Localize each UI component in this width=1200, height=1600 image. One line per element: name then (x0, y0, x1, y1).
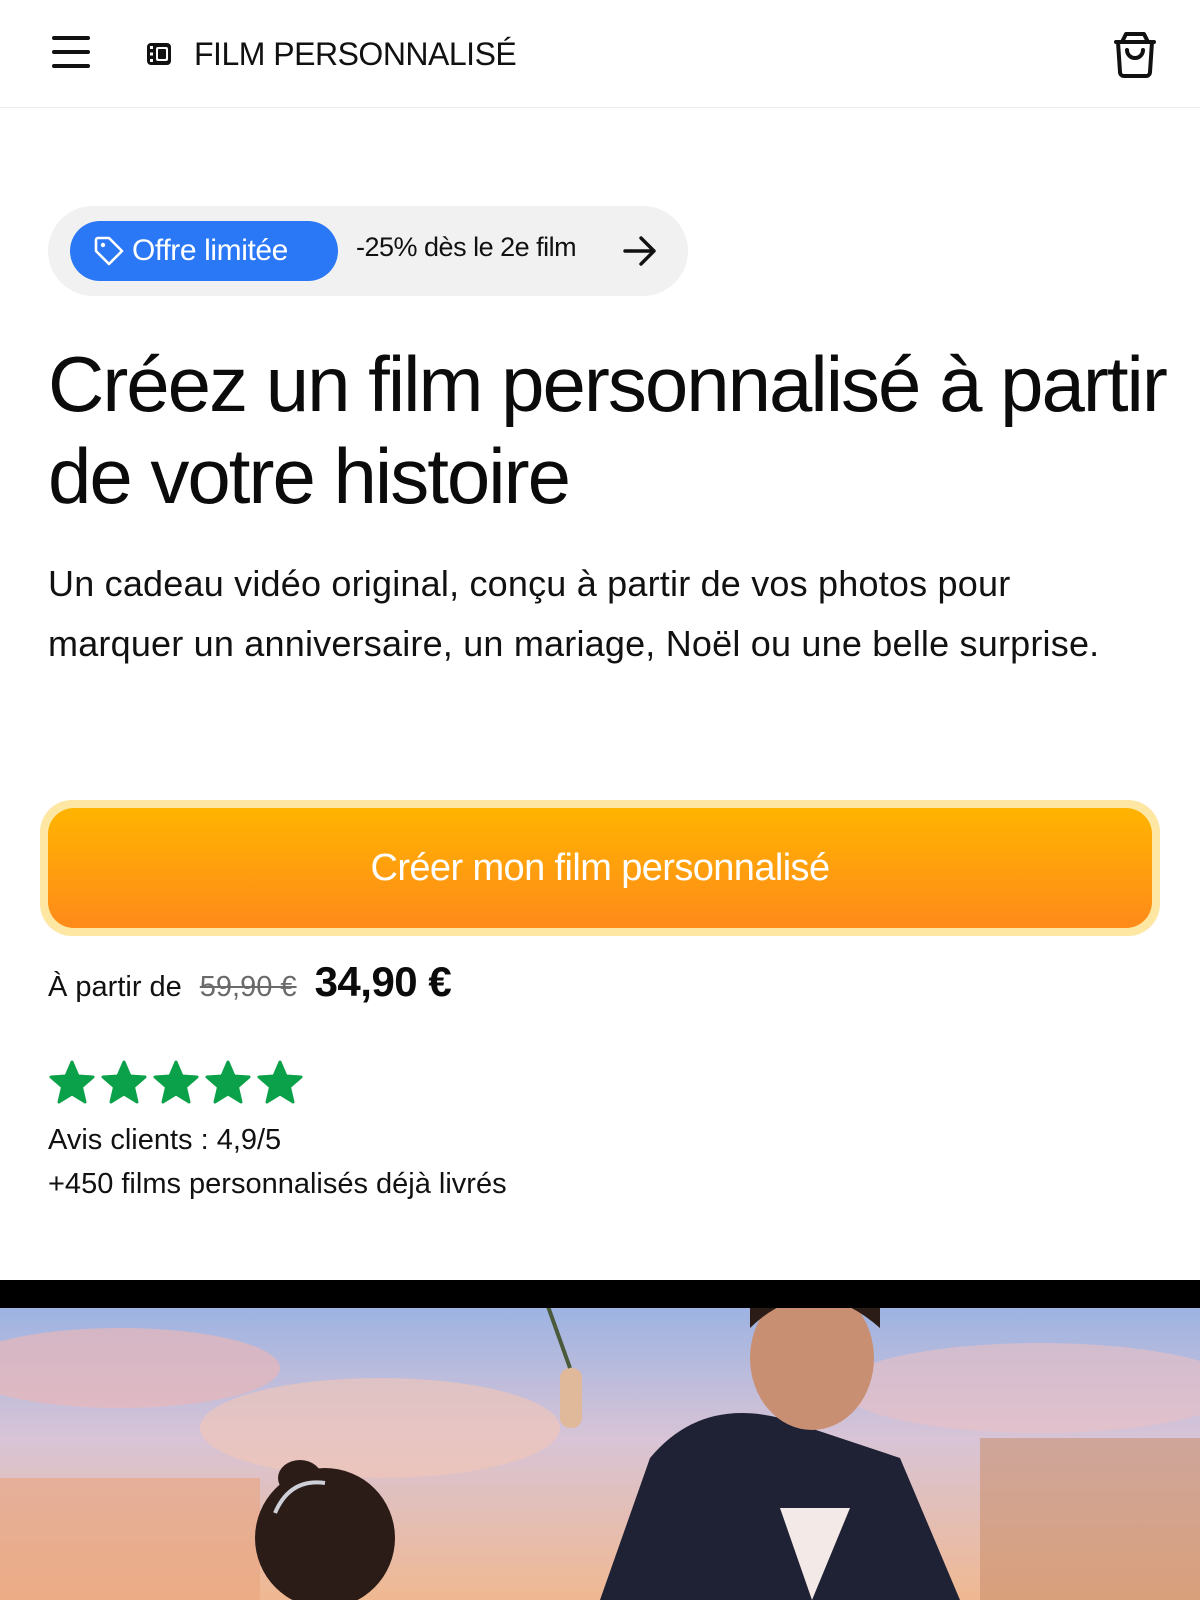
arrow-right-icon (623, 236, 656, 266)
star-icon (49, 1060, 95, 1104)
promo-text: -25% dès le 2e film (356, 232, 577, 262)
star-icon (205, 1060, 251, 1104)
site-header: FILM PERSONNALISÉ (0, 0, 1200, 108)
create-film-button[interactable]: Créer mon film personnalisé (48, 808, 1152, 928)
hamburger-menu-icon-bar (52, 64, 90, 68)
brand-link[interactable]: FILM PERSONNALISÉ (146, 34, 517, 74)
hamburger-menu-icon-bar (52, 50, 90, 54)
hero-subtitle: Un cadeau vidéo original, conçu à partir… (48, 563, 1100, 664)
old-price: 59,90 € (199, 971, 297, 1003)
delivered-count-text: +450 films personnalisés déjà livrés (48, 1168, 507, 1200)
video-frame-illustration (0, 1308, 1200, 1600)
hero-title: Créez un film personnalisé à partir de v… (48, 340, 1168, 520)
video-top-band (0, 1280, 1200, 1310)
shopping-bag-icon (1114, 32, 1156, 78)
promo-banner[interactable]: Offre limitée -25% dès le 2e film (48, 206, 688, 296)
cart-button[interactable] (1112, 30, 1158, 78)
create-film-button-label: Créer mon film personnalisé (370, 846, 831, 889)
star-icon (101, 1060, 147, 1104)
menu-button[interactable] (52, 36, 90, 70)
price-prefix: À partir de (48, 971, 182, 1003)
promo-badge-label: Offre limitée (132, 234, 288, 267)
film-logo-icon (147, 43, 171, 65)
current-price: 34,90 € (314, 958, 452, 1005)
hero-video[interactable] (0, 1308, 1200, 1600)
rating-text: Avis clients : 4,9/5 (48, 1124, 282, 1156)
hamburger-menu-icon (52, 36, 90, 40)
promo-badge: Offre limitée (70, 221, 338, 281)
brand-name: FILM PERSONNALISÉ (194, 35, 517, 72)
price-row: À partir de 59,90 € 34,90 € (48, 958, 452, 1010)
star-icon (257, 1060, 303, 1104)
rating-stars (48, 1060, 308, 1106)
tag-icon (94, 236, 124, 266)
star-icon (153, 1060, 199, 1104)
